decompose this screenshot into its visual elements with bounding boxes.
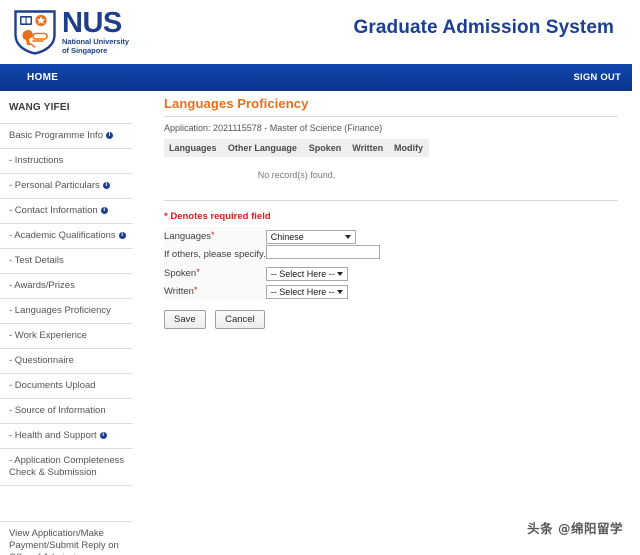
- languages-required-marker: *: [211, 229, 215, 240]
- spoken-label: Spoken: [164, 267, 197, 279]
- nus-sub-line-2: of Singapore: [62, 46, 108, 55]
- sidebar-item-questionnaire[interactable]: - Questionnaire: [0, 348, 133, 373]
- info-icon[interactable]: [105, 131, 113, 139]
- spoken-control-cell: -- Select Here --: [265, 264, 380, 282]
- page-system-title: Graduate Admission System: [353, 17, 614, 38]
- nus-sub-line-1: National University: [62, 37, 129, 46]
- application-info-line: Application: 2021115578 - Master of Scie…: [164, 123, 383, 133]
- written-control-cell: -- Select Here --: [265, 282, 380, 300]
- sidebar-item-label: - Work Experience: [9, 330, 87, 341]
- table-column-header: Other Language: [222, 139, 304, 157]
- sidebar-item-label: View Application/Make Payment/Submit Rep…: [9, 528, 119, 555]
- sidebar-item-label: - Awards/Prizes: [9, 280, 75, 291]
- written-required-marker: *: [193, 284, 198, 295]
- sidebar-item-academic-qualifications[interactable]: - Academic Qualifications: [0, 223, 133, 248]
- sidebar-item-basic-programme-info[interactable]: Basic Programme Info: [0, 123, 133, 148]
- info-icon[interactable]: [99, 431, 107, 439]
- sidebar-item-label: - Personal Particulars: [9, 180, 100, 191]
- sidebar-item-contact-information[interactable]: - Contact Information: [0, 198, 133, 223]
- sidebar-nav: WANG YIFEI Basic Programme Info - Instruc…: [0, 98, 133, 555]
- page-root: NUS National University of Singapore Gra…: [0, 0, 640, 555]
- form-button-row: Save Cancel: [164, 300, 622, 329]
- sidebar-item-instructions[interactable]: - Instructions: [0, 148, 133, 173]
- sidebar-item-source-of-information[interactable]: - Source of Information: [0, 398, 133, 423]
- spoken-select-value: -- Select Here --: [270, 269, 335, 279]
- sidebar-item-application-completeness-check-submission[interactable]: - Application Completeness Check & Submi…: [0, 448, 133, 485]
- spoken-required-marker: *: [196, 266, 200, 277]
- table-column-header: Languages: [164, 139, 223, 157]
- others-control-cell: [265, 245, 380, 264]
- sidebar-item-list: Basic Programme Info - Instructions - Pers…: [0, 123, 133, 555]
- sidebar-item-label: - Questionnaire: [9, 355, 74, 366]
- sidebar-item-label: - Languages Proficiency: [9, 305, 111, 316]
- sidebar-item-label: - Application Completeness Check & Submi…: [9, 455, 125, 478]
- watermark-text: 头条 @绵阳留学: [527, 521, 623, 536]
- languages-record-table: Languages Other Language Spoken Written Modi…: [164, 139, 429, 196]
- languages-form: Languages* Chinese If others, please spe…: [164, 227, 380, 300]
- sidebar-item-label: Basic Programme Info: [9, 130, 103, 141]
- nav-item-home[interactable]: HOME: [27, 64, 58, 91]
- languages-select-value: Chinese: [270, 232, 304, 242]
- required-field-note: * Denotes required field: [164, 211, 271, 222]
- table-empty-message: No record(s) found.: [257, 170, 336, 180]
- table-header-row: Languages Other Language Spoken Written Modi…: [164, 139, 429, 157]
- sidebar-item-label: - Health and Support: [9, 430, 97, 441]
- sidebar-item-label: - Contact Information: [9, 205, 98, 216]
- sidebar-item-test-details[interactable]: - Test Details: [0, 248, 133, 273]
- spoken-label-cell: Spoken*: [164, 264, 266, 282]
- sidebar-item-label: - Source of Information: [9, 405, 106, 416]
- sidebar-item-spacer: [0, 485, 133, 521]
- languages-label: Languages: [164, 230, 212, 242]
- sidebar-item-documents-upload[interactable]: - Documents Upload: [0, 373, 133, 398]
- sidebar-item-languages-proficiency[interactable]: - Languages Proficiency: [0, 298, 133, 323]
- sidebar-item-label: - Instructions: [9, 155, 64, 166]
- nus-wordmark: NUS National University of Singapore: [62, 7, 129, 56]
- info-icon[interactable]: [100, 206, 108, 214]
- table-row: No record(s) found.: [164, 157, 429, 196]
- form-row-other-language: If others, please specify.: [164, 245, 380, 264]
- sidebar-item-work-experience[interactable]: - Work Experience: [0, 323, 133, 348]
- sidebar-item-personal-particulars[interactable]: - Personal Particulars: [0, 173, 133, 198]
- info-icon[interactable]: [118, 231, 126, 239]
- table-column-header: Spoken: [303, 139, 348, 157]
- nav-item-sign-out[interactable]: SIGN OUT: [573, 64, 621, 91]
- spoken-select[interactable]: -- Select Here --: [265, 267, 348, 281]
- written-label-cell: Written*: [164, 282, 266, 300]
- nus-logo[interactable]: NUS National University of Singapore: [13, 9, 129, 55]
- sidebar-item-label: - Test Details: [9, 255, 64, 266]
- sidebar-item-awards-prizes[interactable]: - Awards/Prizes: [0, 273, 133, 298]
- languages-select[interactable]: Chinese: [265, 230, 356, 244]
- languages-label-cell: Languages*: [164, 227, 266, 245]
- others-label-cell: If others, please specify.: [164, 245, 266, 264]
- main-content: Languages Proficiency Application: 20211…: [152, 92, 622, 329]
- form-row-languages: Languages* Chinese: [164, 227, 380, 245]
- cancel-button[interactable]: Cancel: [215, 310, 265, 329]
- other-language-input[interactable]: [265, 245, 380, 259]
- table-column-header: Written: [347, 139, 390, 157]
- form-row-spoken: Spoken* -- Select Here --: [164, 264, 380, 282]
- sidebar-item-view-application-make-payment-submit-reply-on-offer-of-admission[interactable]: View Application/Make Payment/Submit Rep…: [0, 521, 133, 555]
- written-select[interactable]: -- Select Here --: [265, 285, 348, 299]
- chevron-down-icon: [336, 272, 343, 276]
- info-icon[interactable]: [102, 181, 110, 189]
- written-select-value: -- Select Here --: [270, 287, 335, 297]
- main-navbar: HOME SIGN OUT: [0, 64, 632, 91]
- save-button[interactable]: Save: [164, 310, 206, 329]
- sidebar-user-name: WANG YIFEI: [9, 102, 70, 113]
- chevron-down-icon: [336, 290, 343, 294]
- others-label: If others, please specify.: [164, 249, 266, 260]
- page-title: Languages Proficiency: [164, 96, 309, 111]
- written-label: Written: [164, 285, 194, 297]
- sidebar-item-health-and-support[interactable]: - Health and Support: [0, 423, 133, 448]
- sidebar-item-label: - Documents Upload: [9, 380, 96, 391]
- nus-shield-icon: [13, 9, 57, 55]
- right-margin: [632, 0, 640, 555]
- languages-control-cell: Chinese: [265, 227, 380, 245]
- table-column-header: Modify: [389, 139, 429, 157]
- sidebar-item-label: - Academic Qualifications: [9, 230, 116, 241]
- site-banner: NUS National University of Singapore Gra…: [0, 0, 632, 64]
- chevron-down-icon: [344, 235, 351, 239]
- nus-letters: NUS: [62, 7, 122, 39]
- form-row-written: Written* -- Select Here --: [164, 282, 380, 300]
